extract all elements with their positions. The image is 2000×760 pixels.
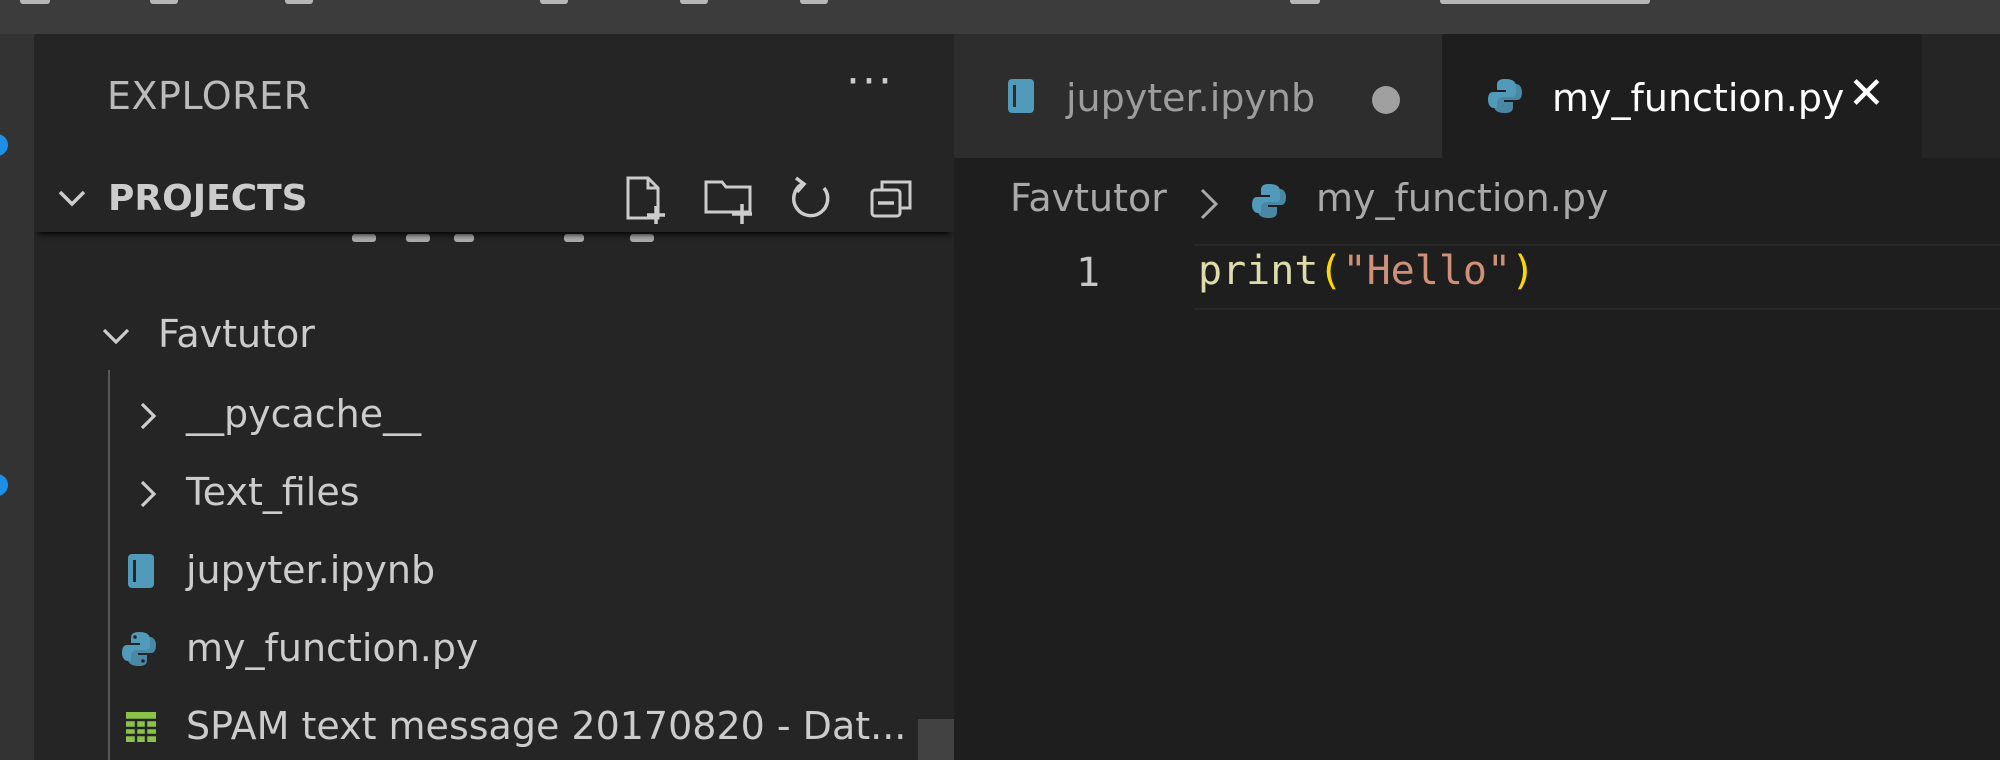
code-paren-close: ) bbox=[1511, 248, 1536, 294]
notification-dot bbox=[0, 474, 8, 496]
tree-file-spam-csv[interactable]: SPAM text message 20170820 - Dat... bbox=[34, 690, 954, 760]
code-editor[interactable]: 1 print("Hello") bbox=[954, 244, 2000, 760]
breadcrumb-file[interactable]: my_function.py bbox=[1316, 176, 1608, 220]
spreadsheet-icon bbox=[126, 712, 156, 742]
notebook-icon bbox=[1008, 79, 1034, 113]
tree-item-label: SPAM text message 20170820 - Dat... bbox=[186, 704, 907, 748]
chevron-right-icon bbox=[1200, 188, 1219, 220]
explorer-sidebar: EXPLORER ··· PROJECTS Favtutor __pycache… bbox=[34, 34, 954, 760]
python-icon bbox=[1252, 184, 1286, 218]
code-function: print bbox=[1198, 248, 1319, 294]
tab-label: my_function.py bbox=[1552, 76, 1845, 120]
new-file-icon[interactable] bbox=[618, 172, 672, 226]
code-line[interactable]: print("Hello") bbox=[1198, 248, 1535, 294]
explorer-title: EXPLORER bbox=[107, 74, 311, 118]
projects-section-header[interactable]: PROJECTS bbox=[34, 166, 954, 232]
tree-folder-favtutor[interactable]: Favtutor bbox=[34, 298, 954, 376]
collapse-all-icon[interactable] bbox=[866, 172, 920, 226]
breadcrumb: Favtutor my_function.py bbox=[954, 158, 2000, 244]
more-actions-button[interactable]: ··· bbox=[846, 56, 894, 107]
tree-item-label: Favtutor bbox=[158, 312, 315, 356]
new-folder-icon[interactable] bbox=[702, 172, 756, 226]
projects-section-label: PROJECTS bbox=[108, 178, 308, 219]
modified-dot-icon bbox=[1372, 86, 1400, 114]
tree-item-label: Text_files bbox=[186, 470, 360, 514]
tree-item-label: __pycache__ bbox=[186, 392, 422, 436]
tree-file-my-function[interactable]: my_function.py bbox=[34, 612, 954, 690]
title-bar bbox=[0, 0, 2000, 34]
tree-folder-text-files[interactable]: Text_files bbox=[34, 456, 954, 534]
chevron-down-icon bbox=[58, 190, 86, 207]
code-paren-open: ( bbox=[1318, 248, 1343, 294]
chevron-down-icon bbox=[102, 328, 130, 345]
sidebar-scrollbar[interactable] bbox=[918, 719, 954, 760]
line-number: 1 bbox=[1076, 250, 1101, 296]
tree-item-label: jupyter.ipynb bbox=[186, 548, 436, 592]
tree-file-jupyter[interactable]: jupyter.ipynb bbox=[34, 534, 954, 612]
tab-label: jupyter.ipynb bbox=[1066, 76, 1316, 120]
tree-folder-pycache[interactable]: __pycache__ bbox=[34, 378, 954, 456]
refresh-icon[interactable] bbox=[784, 172, 838, 226]
breadcrumb-folder[interactable]: Favtutor bbox=[1010, 176, 1167, 220]
python-icon bbox=[1488, 79, 1522, 113]
tree-item-label: my_function.py bbox=[186, 626, 479, 670]
chevron-right-icon bbox=[140, 480, 157, 508]
python-icon bbox=[122, 632, 156, 666]
notebook-icon bbox=[128, 554, 154, 588]
tab-my-function-py[interactable]: my_function.py ✕ bbox=[1442, 34, 1922, 158]
activity-bar bbox=[0, 34, 34, 760]
chevron-right-icon bbox=[140, 402, 157, 430]
notification-dot bbox=[0, 134, 8, 156]
close-tab-icon[interactable]: ✕ bbox=[1848, 68, 1885, 119]
tab-jupyter-ipynb[interactable]: jupyter.ipynb bbox=[954, 34, 1442, 158]
code-string: "Hello" bbox=[1342, 248, 1512, 294]
editor-tab-bar: jupyter.ipynb my_function.py ✕ bbox=[954, 34, 2000, 158]
